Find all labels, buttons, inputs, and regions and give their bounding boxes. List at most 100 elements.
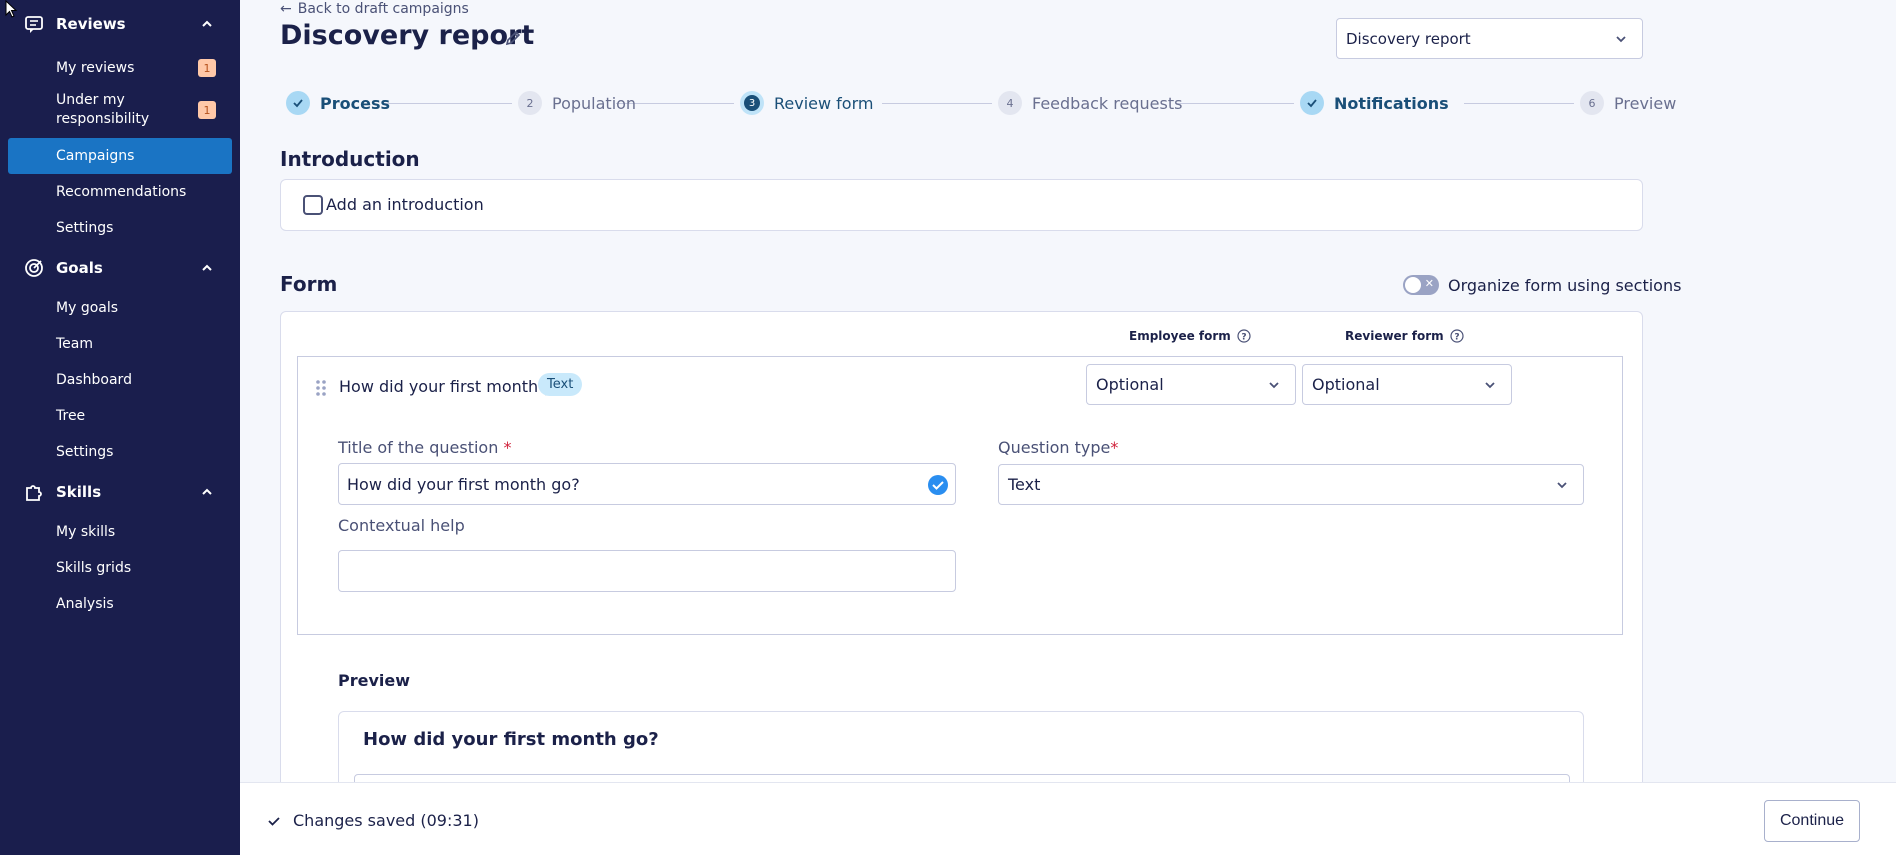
help-icon[interactable]: ? — [1237, 329, 1251, 343]
preview-label: Preview — [338, 671, 411, 690]
introduction-checkbox[interactable] — [303, 195, 323, 215]
target-icon — [25, 259, 43, 277]
svg-text:?: ? — [1241, 333, 1246, 343]
required-mark: * — [1110, 438, 1119, 457]
mouse-cursor-icon — [5, 0, 18, 18]
check-icon — [286, 91, 310, 115]
puzzle-icon — [26, 485, 42, 501]
check-icon — [268, 816, 280, 826]
required-mark: * — [503, 438, 512, 457]
step-label: Process — [320, 93, 390, 113]
step-current-indicator: 3 — [740, 91, 764, 115]
step-number: 4 — [998, 91, 1022, 115]
chevron-up-icon[interactable] — [200, 17, 214, 31]
report-select[interactable]: Discovery report — [1336, 18, 1643, 59]
chevron-down-icon — [1557, 482, 1567, 489]
sidebar-section-skills[interactable]: Skills — [0, 474, 240, 510]
check-circle-icon — [928, 475, 948, 495]
question-type-select[interactable]: Text — [998, 464, 1584, 505]
back-link-label: Back to draft campaigns — [297, 1, 469, 17]
arrow-left-icon: ← — [280, 1, 292, 17]
step-connector — [882, 103, 992, 104]
field-label-text: Title of the question — [338, 438, 499, 457]
sidebar-item-label: Tree — [56, 407, 86, 424]
checkbox-label: Add an introduction — [326, 195, 484, 214]
sidebar-item-under-my-responsibility[interactable]: Under my responsibility 1 — [8, 90, 232, 130]
sidebar-item-skills-grids[interactable]: Skills grids — [8, 552, 232, 584]
reviews-icon — [25, 16, 43, 33]
sidebar-item-my-skills[interactable]: My skills — [8, 516, 232, 548]
sidebar-item-review-settings[interactable]: Settings — [8, 212, 232, 244]
sidebar-item-recommendations[interactable]: Recommendations — [8, 176, 232, 208]
sidebar-item-tree[interactable]: Tree — [8, 400, 232, 432]
sidebar-item-my-goals[interactable]: My goals — [8, 292, 232, 324]
step-number: 6 — [1580, 91, 1604, 115]
sidebar-item-label: Team — [56, 335, 94, 352]
step-connector — [384, 103, 512, 104]
preview-question: How did your first month go? — [363, 729, 659, 750]
step-preview[interactable]: 6 Preview — [1580, 91, 1676, 115]
sidebar: Reviews My reviews 1 Under my responsibi… — [0, 0, 240, 855]
step-label: Notifications — [1334, 93, 1449, 113]
count-badge: 1 — [198, 101, 216, 119]
question-block: How did your first month go? Text Option… — [297, 356, 1623, 635]
step-feedback-requests[interactable]: 4 Feedback requests — [998, 91, 1182, 115]
sidebar-item-label: Analysis — [56, 595, 114, 612]
introduction-heading: Introduction — [280, 147, 420, 171]
sidebar-item-label: Settings — [56, 219, 114, 236]
page-title: Discovery report — [280, 20, 535, 51]
step-review-form[interactable]: 3 Review form — [740, 91, 873, 115]
sidebar-section-label: Reviews — [56, 15, 126, 33]
drag-handle-icon[interactable] — [314, 379, 328, 397]
contextual-help-label: Contextual help — [338, 516, 465, 535]
save-status: Changes saved (09:31) — [267, 811, 479, 830]
sidebar-item-campaigns[interactable]: Campaigns — [8, 138, 232, 174]
step-label: Feedback requests — [1032, 93, 1183, 113]
step-notifications[interactable]: Notifications — [1300, 91, 1449, 115]
pencil-icon[interactable] — [504, 29, 522, 47]
sidebar-section-label: Goals — [56, 259, 103, 277]
save-status-text: Changes saved (09:31) — [293, 811, 479, 830]
type-field-label: Question type* — [998, 438, 1118, 457]
question-title-input[interactable]: How did your first month go? — [338, 463, 956, 505]
question-title[interactable]: How did your first month go? — [339, 377, 572, 396]
sections-toggle[interactable]: ✕ — [1403, 275, 1439, 295]
chevron-up-icon[interactable] — [200, 261, 214, 275]
select-value: Optional — [1096, 375, 1164, 394]
close-icon: ✕ — [1424, 277, 1434, 290]
chevron-down-icon — [1485, 382, 1495, 389]
form-heading: Form — [280, 272, 338, 296]
sidebar-item-analysis[interactable]: Analysis — [8, 588, 232, 620]
sidebar-section-goals[interactable]: Goals — [0, 250, 240, 286]
step-label: Preview — [1614, 93, 1677, 113]
sidebar-item-label: Dashboard — [56, 371, 132, 388]
input-value: How did your first month go? — [347, 474, 580, 494]
continue-button[interactable]: Continue — [1764, 800, 1860, 842]
sidebar-item-goal-settings[interactable]: Settings — [8, 436, 232, 468]
sidebar-item-label: Under my responsibility — [56, 92, 150, 127]
reviewer-form-select[interactable]: Optional — [1302, 364, 1512, 405]
step-process[interactable]: Process — [286, 91, 390, 115]
step-label: Review form — [774, 93, 874, 113]
back-link[interactable]: ← Back to draft campaigns — [280, 1, 469, 17]
sidebar-item-team[interactable]: Team — [8, 328, 232, 360]
sidebar-item-dashboard[interactable]: Dashboard — [8, 364, 232, 396]
sidebar-item-label: Campaigns — [56, 147, 135, 164]
step-population[interactable]: 2 Population — [518, 91, 636, 115]
sidebar-section-reviews[interactable]: Reviews — [0, 6, 240, 42]
sidebar-item-my-reviews[interactable]: My reviews 1 — [8, 52, 232, 84]
stepper: Process 2 Population 3 Review form 4 Fee… — [280, 91, 1676, 117]
check-icon — [1300, 91, 1324, 115]
step-connector — [1464, 103, 1574, 104]
contextual-help-input[interactable] — [338, 550, 956, 592]
introduction-card: Add an introduction — [280, 179, 1643, 231]
employee-form-select[interactable]: Optional — [1086, 364, 1296, 405]
help-icon[interactable]: ? — [1450, 329, 1464, 343]
step-label: Population — [552, 93, 637, 113]
svg-text:?: ? — [1454, 333, 1459, 343]
select-value: Text — [1008, 475, 1041, 494]
chevron-up-icon[interactable] — [200, 485, 214, 499]
count-badge: 1 — [198, 59, 216, 77]
footer-bar: Changes saved (09:31) Continue — [240, 782, 1896, 855]
employee-form-header: Employee form ? — [1129, 329, 1251, 343]
